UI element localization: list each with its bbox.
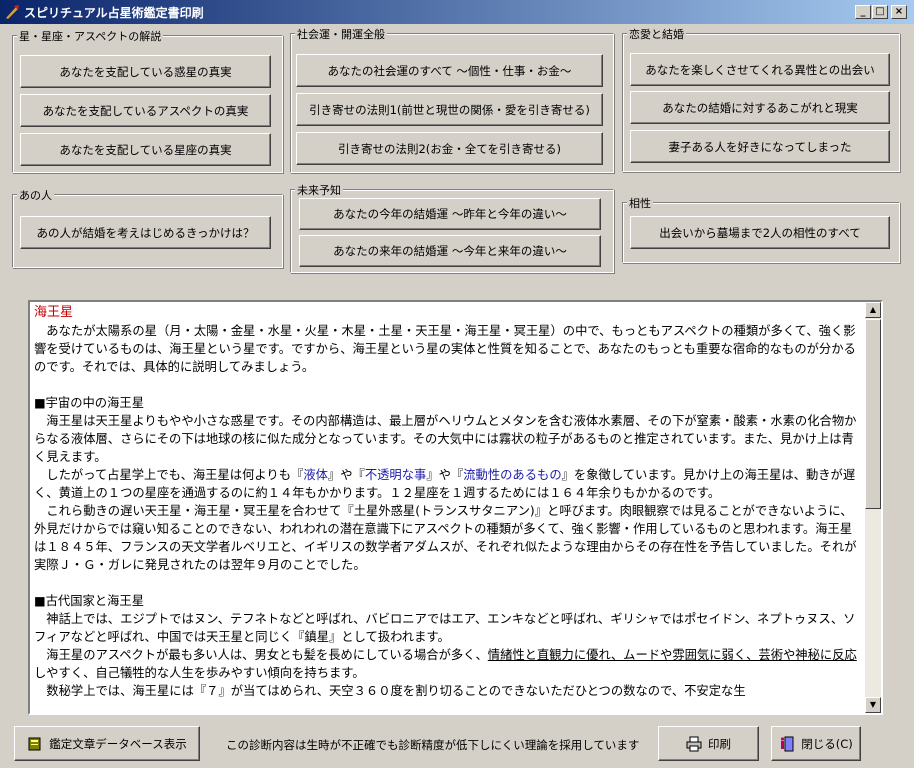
database-book-icon [28,737,41,750]
printer-icon [686,736,702,751]
group-social-label: 社会運・開運全般 [295,26,387,42]
group-person-label: あの人 [17,187,54,203]
title-bar: スピリチュアル占星術鑑定書印刷 _ □ × [0,0,914,24]
exit-door-icon [781,736,794,751]
reading-text: 海王星 あなたが太陽系の星（月・太陽・金星・水星・火星・木星・土星・天王星・海王… [34,304,864,700]
social-fortune-button[interactable]: あなたの社会運のすべて ～個性・仕事・お金～ [296,54,603,87]
close-label: 閉じる(C) [801,736,853,751]
paragraph-traits: 海王星のアスペクトが最も多い人は、男女とも髪を長めにしている場合が多く、情緒性と… [34,648,857,680]
print-label: 印刷 [708,736,731,751]
group-stars-label: 星・星座・アスペクトの解説 [17,28,164,44]
group-love-label: 恋愛と結婚 [627,26,686,42]
paragraph-numerology: 数秘学上では、海王星には『７』が当てはめられ、天空３６０度を割り切ることのできな… [34,684,746,698]
scroll-down-arrow-icon[interactable]: ▼ [865,697,881,713]
group-future-label: 未来予知 [295,182,343,198]
print-button[interactable]: 印刷 [658,726,759,761]
attraction-law-1-button[interactable]: 引き寄せの法則1(前世と現世の関係・愛を引き寄せる) [296,93,603,126]
paragraph-symbolism: したがって占星学上でも、海王星は何よりも『液体』や『不透明な事』や『流動性のある… [34,468,856,500]
paragraph-structure: 海王星は天王星よりもやや小さな惑星です。その内部構造は、最上層がヘリウムとメタン… [34,414,857,464]
next-year-marriage-button[interactable]: あなたの来年の結婚運 ～今年と来年の違い～ [299,235,601,267]
ruling-planet-button[interactable]: あなたを支配している惑星の真実 [20,55,271,88]
quill-icon [5,5,19,20]
close-button[interactable]: 閉じる(C) [771,726,861,761]
minimize-button[interactable]: _ [855,5,871,19]
maximize-button[interactable]: □ [872,5,888,19]
ruling-aspect-button[interactable]: あなたを支配しているアスペクトの真実 [20,94,271,127]
section-heading-ancient: ■古代国家と海王星 [34,594,144,608]
section-heading-space: ■宇宙の中の海王星 [34,396,144,410]
paragraph-intro: あなたが太陽系の星（月・太陽・金星・水星・火星・木星・土星・天王星・海王星・冥王… [34,324,856,374]
accuracy-notice: この診断内容は生時が不正確でも診断精度が低下しにくい理論を採用しています [226,738,640,752]
fun-partner-meeting-button[interactable]: あなたを楽しくさせてくれる異性との出会い [630,53,890,86]
close-window-button[interactable]: × [891,5,907,19]
attraction-law-2-button[interactable]: 引き寄せの法則2(お金・全てを引き寄せる) [296,132,603,165]
database-view-label: 鑑定文章データベース表示 [49,736,187,751]
window-title: スピリチュアル占星術鑑定書印刷 [24,6,204,20]
reading-text-area[interactable]: 海王星 あなたが太陽系の星（月・太陽・金星・水星・火星・木星・土星・天王星・海王… [28,300,883,715]
paragraph-transsaturnian: これら動きの遅い天王星・海王星・冥王星を合わせて『土星外惑星(トランスサタニアン… [34,504,857,572]
marriage-reality-button[interactable]: あなたの結婚に対するあこがれと現実 [630,91,890,124]
group-compatibility-label: 相性 [627,195,653,211]
scroll-up-arrow-icon[interactable]: ▲ [865,302,881,318]
vertical-scrollbar[interactable]: ▲ ▼ [865,302,881,713]
reading-title: 海王星 [34,305,74,320]
married-person-love-button[interactable]: 妻子ある人を好きになってしまった [630,130,890,163]
database-view-button[interactable]: 鑑定文章データベース表示 [14,726,200,761]
paragraph-mythology: 神話上では、エジプトではヌン、テフネトなどと呼ばれ、バビロニアではエア、エンキな… [34,612,856,644]
marriage-trigger-button[interactable]: あの人が結婚を考えはじめるきっかけは？ [20,216,271,249]
scroll-thumb[interactable] [865,319,881,509]
this-year-marriage-button[interactable]: あなたの今年の結婚運 ～昨年と今年の違い～ [299,198,601,230]
ruling-sign-button[interactable]: あなたを支配している星座の真実 [20,133,271,166]
full-compatibility-button[interactable]: 出会いから墓場まで2人の相性のすべて [630,216,890,249]
